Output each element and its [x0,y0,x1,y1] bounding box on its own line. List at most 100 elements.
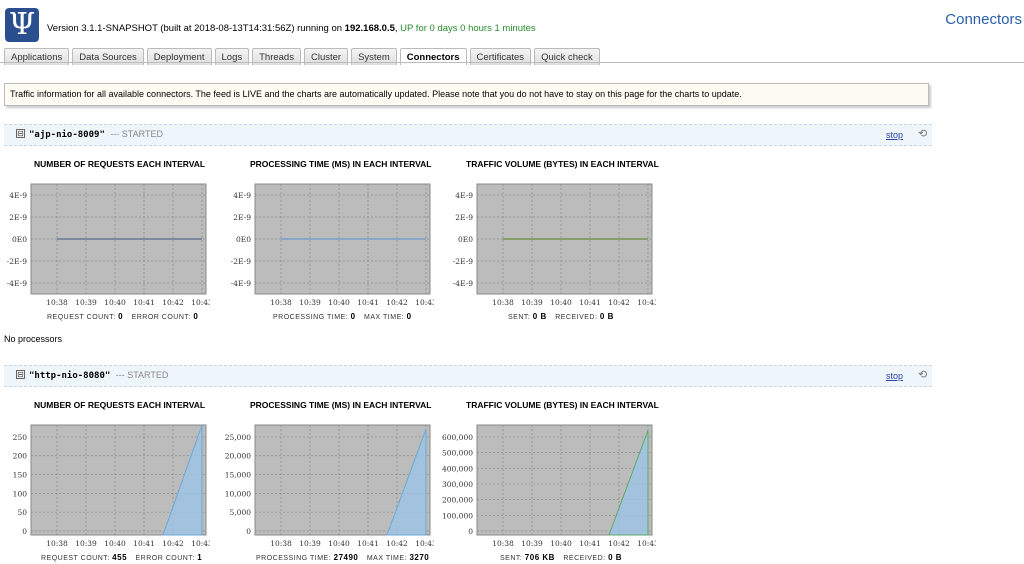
chart-footer: Processing time: 0 Max time: 0 [273,312,412,321]
y-tick-label: -2E-9 [453,257,473,266]
y-tick-label: -4E-9 [453,279,473,288]
x-tick-label: 10:39 [299,298,321,307]
x-tick-label: 10:41 [579,298,601,307]
x-tick-label: 10:40 [328,298,350,307]
x-tick-label: 10:38 [46,539,68,548]
chart-title: PROCESSING TIME (MS) IN EACH INTERVAL [250,159,432,169]
y-tick-label: 5,000 [230,508,252,517]
page-title: Connectors [945,11,1022,28]
x-tick-label: 10:38 [492,298,514,307]
tab-divider [0,62,1024,63]
x-tick-label: 10:40 [550,298,572,307]
y-tick-label: -2E-9 [231,257,251,266]
connector-header-http: ⊟ "http-nio-8080" --- STARTED stop ⟲ [4,365,932,387]
x-tick-label: 10:40 [328,539,350,548]
x-tick-label: 10:40 [104,539,126,548]
x-tick-label: 10:43 [191,539,210,548]
x-tick-label: 10:41 [357,298,379,307]
chart-title: TRAFFIC VOLUME (BYTES) IN EACH INTERVAL [466,400,659,410]
no-processors-text: No processors [4,334,63,344]
x-tick-label: 10:39 [521,298,543,307]
y-tick-label: 600,000 [442,433,473,442]
y-tick-label: 2E-9 [455,213,473,222]
stop-link[interactable]: stop [886,371,903,381]
refresh-icon[interactable]: ⟲ [918,127,927,140]
refresh-icon[interactable]: ⟲ [918,368,927,381]
requests-chart-http: 10:38 10:39 10:40 10:41 10:42 10:43 250 200 150 1… [13,424,210,548]
x-tick-label: 10:41 [133,539,155,548]
x-tick-label: 10:43 [415,298,434,307]
x-tick-label: 10:42 [608,298,630,307]
x-tick-label: 10:41 [133,298,155,307]
stop-link[interactable]: stop [886,130,903,140]
x-tick-label: 10:39 [75,539,97,548]
uptime-text: UP for 0 days 0 hours 1 minutes [400,23,536,34]
y-tick-label: 25,000 [225,433,251,442]
x-tick-label: 10:43 [637,298,656,307]
traffic-chart-ajp: 10:38 10:39 10:40 10:41 10:42 10:43 4E-9 2E-9 0E… [453,183,656,307]
x-tick-label: 10:43 [415,539,434,548]
collapse-toggle-icon[interactable]: ⊟ [16,129,25,138]
x-tick-label: 10:38 [270,298,292,307]
chart-title: NUMBER OF REQUESTS EACH INTERVAL [34,159,206,169]
connector-name: "ajp-nio-8009" --- STARTED [29,129,163,140]
y-tick-label: -4E-9 [231,279,251,288]
y-tick-label: 0E0 [236,235,251,244]
version-text: Version 3.1.1-SNAPSHOT (built at 2018-08… [47,23,345,34]
y-tick-label: 4E-9 [455,191,473,200]
y-tick-label: 400,000 [442,464,473,473]
traffic-chart-http: 10:38 10:39 10:40 10:41 10:42 10:43 600,000 500… [442,424,656,548]
y-tick-label: -2E-9 [7,257,27,266]
x-tick-label: 10:43 [637,539,656,548]
chart-footer: Sent: 0 B Received: 0 B [508,312,614,321]
app-logo-icon: Ψ [5,8,39,42]
connector-status: --- STARTED [110,129,163,139]
y-tick-label: 100 [13,489,28,498]
y-tick-label: 250 [13,433,28,442]
version-line: Version 3.1.1-SNAPSHOT (built at 2018-08… [47,23,536,34]
x-tick-label: 10:39 [299,539,321,548]
x-tick-label: 10:40 [550,539,572,548]
y-tick-label: 200,000 [442,496,473,505]
x-tick-label: 10:42 [162,539,184,548]
y-tick-label: 50 [17,508,27,517]
connector-status: --- STARTED [115,370,169,380]
x-tick-label: 10:43 [191,298,210,307]
x-tick-label: 10:39 [521,539,543,548]
processing-chart-http: 10:38 10:39 10:40 10:41 10:42 10:43 25,000 20,0… [225,424,434,548]
y-tick-label: 20,000 [225,452,251,461]
x-tick-label: 10:42 [386,539,408,548]
y-tick-label: 0 [22,527,27,536]
x-tick-label: 10:42 [608,539,630,548]
y-tick-label: 10,000 [225,489,251,498]
y-tick-label: 2E-9 [9,213,27,222]
y-tick-label: 0E0 [12,235,27,244]
y-tick-label: 2E-9 [233,213,251,222]
y-tick-label: 15,000 [225,471,251,480]
y-tick-label: 4E-9 [233,191,251,200]
chart-footer: Request count: 0 Error count: 0 [47,312,199,321]
x-tick-label: 10:41 [579,539,601,548]
chart-title: TRAFFIC VOLUME (BYTES) IN EACH INTERVAL [466,159,659,169]
y-tick-label: -4E-9 [7,279,27,288]
connector-header-ajp: ⊟ "ajp-nio-8009" --- STARTED stop ⟲ [4,124,932,146]
chart-title: PROCESSING TIME (MS) IN EACH INTERVAL [250,400,432,410]
host-address: 192.168.0.5 [344,23,395,34]
collapse-toggle-icon[interactable]: ⊟ [16,370,25,379]
processing-chart-ajp: 10:38 10:39 10:40 10:41 10:42 10:43 4E-9 2E-9 0E… [231,183,434,307]
y-tick-label: 200 [13,452,28,461]
x-tick-label: 10:42 [386,298,408,307]
y-tick-label: 500,000 [442,449,473,458]
x-tick-label: 10:40 [104,298,126,307]
chart-footer: Request count: 455 Error count: 1 [41,553,203,562]
connector-name: "http-nio-8080" --- STARTED [29,370,169,381]
chart-footer: Processing time: 27490 Max time: 3270 [256,553,430,562]
x-tick-label: 10:39 [75,298,97,307]
y-tick-label: 300,000 [442,480,473,489]
x-tick-label: 10:42 [162,298,184,307]
x-tick-label: 10:38 [46,298,68,307]
y-tick-label: 100,000 [442,511,473,520]
chart-title: NUMBER OF REQUESTS EACH INTERVAL [34,400,206,410]
y-tick-label: 0 [468,527,473,536]
x-tick-label: 10:38 [270,539,292,548]
